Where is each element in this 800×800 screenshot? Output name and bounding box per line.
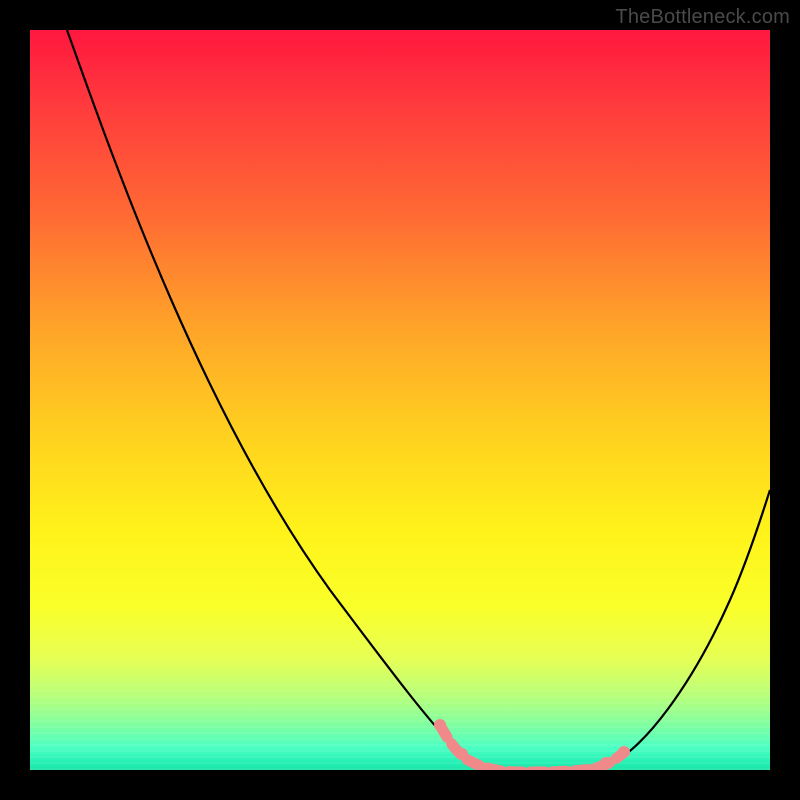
highlight-dot bbox=[547, 767, 558, 771]
highlight-dot bbox=[515, 767, 526, 771]
highlight-dot bbox=[577, 765, 588, 771]
minimum-highlight-path bbox=[440, 725, 624, 770]
chart-frame: TheBottleneck.com bbox=[0, 0, 800, 800]
highlight-dot bbox=[618, 746, 630, 758]
highlight-dot bbox=[456, 748, 468, 760]
highlight-dot bbox=[434, 719, 446, 731]
highlight-dot bbox=[600, 757, 612, 769]
bottleneck-curve-path bbox=[67, 30, 770, 770]
bottleneck-curve-svg bbox=[30, 30, 770, 770]
watermark-text: TheBottleneck.com bbox=[615, 6, 790, 29]
gradient-band-stripes bbox=[30, 682, 770, 770]
highlight-dot bbox=[483, 763, 494, 771]
plot-area bbox=[30, 30, 770, 770]
